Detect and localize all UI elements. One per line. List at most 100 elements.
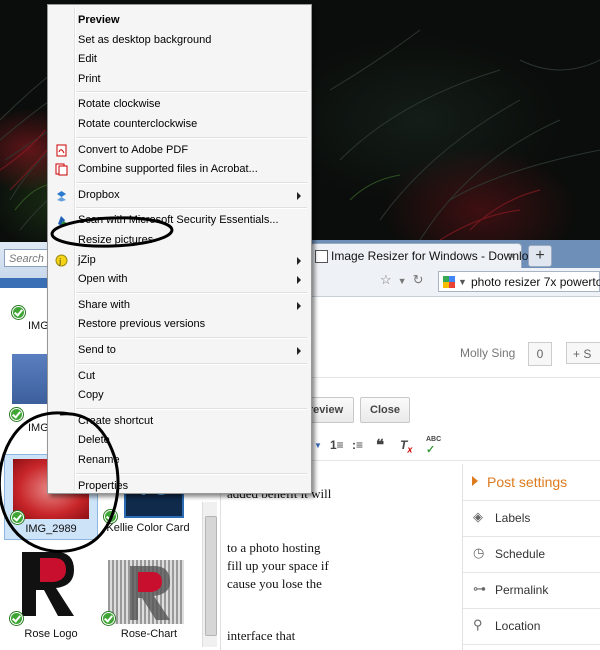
menu-item-label: jZip: [78, 253, 96, 266]
menu-item-properties[interactable]: Properties: [50, 477, 309, 496]
bullet-list-icon[interactable]: :≡: [352, 438, 363, 452]
scrollbar-thumb[interactable]: [205, 516, 217, 636]
bookmark-star-icon[interactable]: ☆: [380, 272, 398, 287]
menu-item-open-with[interactable]: Open with: [50, 270, 309, 289]
thumbnail-label: IMG_2989: [25, 523, 77, 535]
post-settings-labels[interactable]: ◈ Labels: [463, 500, 600, 537]
close-button[interactable]: Close: [360, 397, 410, 423]
menu-item-restore-previous-versions[interactable]: Restore previous versions: [50, 315, 309, 334]
context-menu: Preview Set as desktop background Edit Prin…: [47, 4, 312, 494]
submenu-arrow-icon: [297, 347, 301, 355]
post-settings-item-label: Permalink: [495, 583, 549, 597]
sync-check-icon: [12, 306, 25, 319]
menu-separator: [76, 362, 307, 365]
menu-item-label: Share with: [78, 298, 130, 311]
notification-count[interactable]: 0: [528, 342, 552, 366]
page-favicon-icon: [315, 250, 328, 263]
thumbnail-img-top[interactable]: IMG_: [8, 304, 55, 334]
menu-item-convert-to-adobe-pdf[interactable]: Convert to Adobe PDF: [50, 141, 309, 160]
menu-item-resize-pictures[interactable]: Resize pictures: [50, 231, 309, 250]
security-essentials-icon: [55, 214, 68, 227]
thumbnail-rose-chart[interactable]: Rose-Chart: [102, 548, 196, 644]
share-button[interactable]: + S: [566, 342, 600, 364]
post-settings-header[interactable]: Post settings: [463, 464, 600, 501]
dropdown-icon[interactable]: ▼: [398, 276, 413, 286]
post-settings-permalink[interactable]: ⊶ Permalink: [463, 572, 600, 609]
explorer-scrollbar[interactable]: [202, 502, 217, 647]
menu-item-print[interactable]: Print: [50, 70, 309, 89]
svg-text:j: j: [58, 257, 61, 266]
menu-separator: [76, 181, 307, 184]
menu-item-rotate-clockwise[interactable]: Rotate clockwise: [50, 95, 309, 114]
quote-icon[interactable]: ❝: [376, 436, 384, 454]
search-engine-dropdown-icon[interactable]: ▼: [458, 272, 467, 293]
rose-chart-image: [108, 560, 184, 624]
menu-item-label: Preview: [78, 14, 120, 26]
menu-item-label: Restore previous versions: [78, 318, 206, 331]
explorer-search-input[interactable]: Search: [4, 249, 50, 267]
menu-item-label: Resize pictures: [78, 234, 154, 246]
menu-item-label: Rename: [78, 454, 120, 466]
reload-icon[interactable]: ↻: [413, 272, 430, 287]
label-tag-icon: ◈: [473, 509, 483, 524]
menu-item-set-as-desktop-background[interactable]: Set as desktop background: [50, 31, 309, 50]
menu-item-edit[interactable]: Edit: [50, 50, 309, 69]
menu-item-label: Combine supported files in Acrobat...: [78, 163, 258, 176]
menu-item-cut[interactable]: Cut: [50, 367, 309, 386]
menu-item-send-to[interactable]: Send to: [50, 341, 309, 360]
dropdown-arrow-icon[interactable]: ▼: [314, 441, 322, 450]
menu-item-label: Cut: [78, 369, 96, 382]
submenu-arrow-icon: [297, 256, 301, 265]
menu-item-rotate-counterclockwise[interactable]: Rotate counterclockwise: [50, 115, 309, 134]
editor-text-line: fill up your space if: [227, 558, 329, 573]
post-settings-title: Post settings: [487, 474, 568, 490]
menu-separator: [76, 136, 307, 139]
menu-item-label: Rotate counterclockwise: [78, 118, 198, 130]
menu-item-label: Edit: [78, 53, 97, 66]
account-name[interactable]: Molly Sing: [460, 346, 515, 360]
submenu-arrow-icon: [297, 191, 301, 200]
caret-right-icon: [472, 476, 478, 486]
new-tab-button[interactable]: +: [528, 245, 552, 267]
thumbnail-label: Kellie Color Card: [106, 522, 190, 534]
sync-check-icon: [102, 612, 115, 625]
remove-formatting-icon[interactable]: Tx: [400, 438, 412, 454]
post-settings-location[interactable]: ⚲ Location: [463, 608, 600, 645]
menu-item-preview[interactable]: Preview: [50, 11, 309, 30]
menu-item-label: Convert to Adobe PDF: [78, 143, 189, 156]
thumbnail-label: Rose-Chart: [120, 628, 178, 640]
thumbnail-img-2[interactable]: IMG_: [8, 354, 55, 434]
menu-item-rename[interactable]: Rename: [50, 451, 309, 470]
menu-item-jzip[interactable]: j jZip: [50, 251, 309, 270]
thumbnail-label: Rose Logo: [24, 628, 78, 640]
menu-item-create-shortcut[interactable]: Create shortcut: [50, 412, 309, 431]
menu-separator: [76, 291, 307, 294]
post-settings-schedule[interactable]: ◷ Schedule: [463, 536, 600, 573]
tab-close-icon[interactable]: ×: [508, 244, 515, 269]
search-bar-input[interactable]: ▼ photo resizer 7x powertoy: [438, 271, 600, 292]
menu-item-scan-with-microsoft-security-essentials[interactable]: Scan with Microsoft Security Essentials.…: [50, 211, 309, 230]
spellcheck-icon[interactable]: ABC ✓: [426, 436, 441, 456]
menu-separator: [76, 407, 307, 410]
acrobat-combine-icon: [55, 163, 68, 176]
menu-item-share-with[interactable]: Share with: [50, 296, 309, 315]
menu-item-dropbox[interactable]: Dropbox: [50, 186, 309, 205]
numbered-list-icon[interactable]: 1≡: [330, 438, 344, 452]
menu-item-combine-supported-files-in-acrobat[interactable]: Combine supported files in Acrobat...: [50, 160, 309, 179]
tab-image-resizer[interactable]: Image Resizer for Windows - Downlo... ×: [310, 243, 538, 269]
menu-item-label: Send to: [78, 344, 116, 356]
dropbox-icon: [55, 189, 68, 202]
rose-logo-image: [18, 548, 82, 618]
post-settings-item-label: Location: [495, 619, 541, 633]
menu-item-label: Delete: [78, 434, 110, 447]
google-search-icon: [443, 276, 455, 288]
photo-thumbnail: [12, 354, 50, 404]
post-settings-item-label: Schedule: [495, 547, 546, 561]
menu-item-label: Scan with Microsoft Security Essentials.…: [78, 214, 279, 227]
search-query-text: photo resizer 7x powertoy: [471, 275, 600, 289]
menu-item-copy[interactable]: Copy: [50, 386, 309, 405]
thumbnail-rose-logo[interactable]: Rose Logo: [4, 548, 98, 644]
menu-item-delete[interactable]: Delete: [50, 431, 309, 450]
menu-separator: [76, 91, 307, 94]
adobe-pdf-icon: [55, 144, 68, 157]
